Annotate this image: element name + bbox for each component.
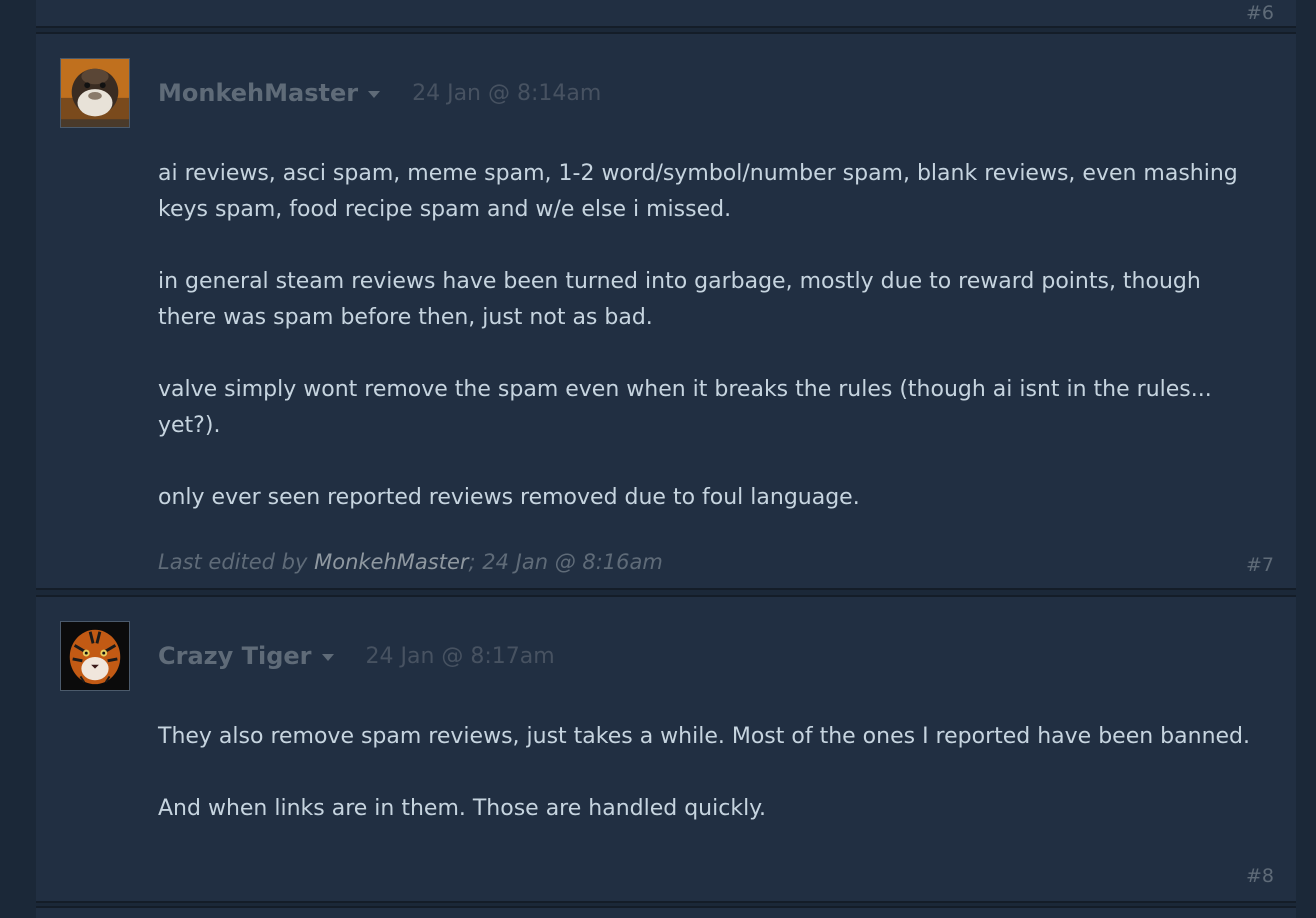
post-6: #6 [36, 0, 1296, 28]
tiger-avatar-icon[interactable] [60, 621, 130, 691]
edit-note-time: ; 24 Jan @ 8:16am [468, 550, 663, 574]
post-number[interactable]: #6 [1246, 2, 1274, 24]
author-line: Crazy Tiger 24 Jan @ 8:17am [158, 637, 555, 675]
post-paragraph: only ever seen reported reviews removed … [158, 485, 860, 510]
monkey-avatar-icon[interactable] [60, 58, 130, 128]
edit-note-prefix: Last edited by [158, 550, 315, 574]
author-name[interactable]: Crazy Tiger [158, 642, 312, 670]
post-9 [36, 906, 1296, 918]
post-paragraph: They also remove spam reviews, just take… [158, 724, 1251, 749]
post-paragraph: And when links are in them. Those are ha… [158, 796, 767, 821]
post-7: MonkehMaster 24 Jan @ 8:14am ai reviews,… [36, 32, 1296, 590]
post-body: They also remove spam reviews, just take… [158, 719, 1258, 827]
discussion-thread: #6 MonkehMaster 24 Jan @ 8:14am ai revie… [0, 0, 1316, 918]
author-name[interactable]: MonkehMaster [158, 79, 358, 107]
chevron-down-icon[interactable] [368, 91, 381, 98]
chevron-down-icon[interactable] [321, 654, 334, 661]
post-paragraph: ai reviews, asci spam, meme spam, 1-2 wo… [158, 161, 1238, 222]
post-timestamp: 24 Jan @ 8:14am [412, 80, 602, 106]
edit-note: Last edited by MonkehMaster; 24 Jan @ 8:… [158, 550, 663, 574]
post-number[interactable]: #8 [1246, 865, 1274, 887]
author-line: MonkehMaster 24 Jan @ 8:14am [158, 74, 601, 112]
post-8: Crazy Tiger 24 Jan @ 8:17am They also re… [36, 595, 1296, 903]
post-paragraph: in general steam reviews have been turne… [158, 269, 1201, 330]
post-body: ai reviews, asci spam, meme spam, 1-2 wo… [158, 156, 1258, 516]
edit-note-editor[interactable]: MonkehMaster [314, 550, 468, 574]
post-number[interactable]: #7 [1246, 554, 1274, 576]
post-timestamp: 24 Jan @ 8:17am [365, 643, 555, 669]
post-paragraph: valve simply wont remove the spam even w… [158, 377, 1212, 438]
